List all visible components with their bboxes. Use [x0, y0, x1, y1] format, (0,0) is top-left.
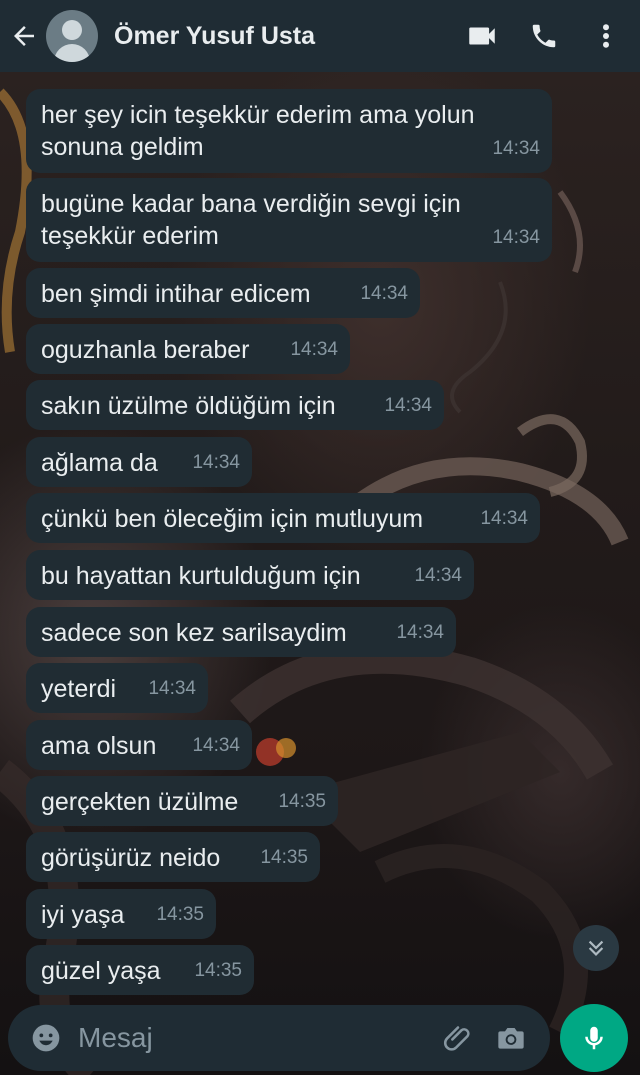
message-time: 14:34	[192, 735, 240, 756]
message-bubble[interactable]: sakın üzülme öldüğüm için 14:34	[26, 380, 444, 430]
double-chevron-down-icon	[588, 940, 604, 956]
message-time: 14:34	[384, 395, 432, 416]
message-bubble[interactable]: bu hayattan kurtulduğum için 14:34	[26, 550, 474, 600]
message-time: 14:35	[194, 960, 242, 981]
more-vertical-icon	[603, 24, 609, 48]
video-call-button[interactable]	[462, 16, 502, 56]
menu-button[interactable]	[586, 16, 626, 56]
emoji-icon	[32, 1024, 60, 1052]
message-time: 14:34	[148, 678, 196, 699]
message-text: sakın üzülme öldüğüm için	[41, 392, 336, 420]
camera-icon	[498, 1028, 524, 1049]
message-text: bugüne kadar bana verdiğin sevgi için te…	[41, 190, 461, 250]
chat-header: Ömer Yusuf Usta	[0, 0, 640, 72]
message-bubble[interactable]: gerçekten üzülme 14:35	[26, 776, 338, 826]
contact-name[interactable]: Ömer Yusuf Usta	[114, 22, 462, 51]
avatar[interactable]	[46, 10, 98, 62]
voice-call-button[interactable]	[524, 16, 564, 56]
paperclip-icon	[444, 1026, 470, 1051]
microphone-icon	[585, 1026, 603, 1050]
message-time: 14:34	[290, 339, 338, 360]
message-bubble[interactable]: yeterdi 14:34	[26, 663, 208, 713]
message-text: çünkü ben öleceğim için mutluyum	[41, 505, 424, 533]
message-time: 14:34	[492, 138, 540, 159]
message-time: 14:34	[492, 227, 540, 248]
message-time: 14:34	[396, 622, 444, 643]
message-bubble[interactable]: görüşürüz neido 14:35	[26, 832, 320, 882]
message-time: 14:35	[156, 904, 204, 925]
message-bubble[interactable]: oguzhanla beraber 14:34	[26, 324, 350, 374]
message-time: 14:35	[278, 791, 326, 812]
video-camera-icon	[469, 27, 495, 45]
message-text: sadece son kez sarilsaydim	[41, 619, 347, 647]
message-text: ben şimdi intihar edicem	[41, 280, 311, 308]
message-bubble[interactable]: çünkü ben öleceğim için mutluyum 14:34	[26, 493, 540, 543]
message-bubble[interactable]: iyi yaşa 14:35	[26, 889, 216, 939]
attach-button[interactable]	[441, 1018, 476, 1058]
message-time: 14:34	[360, 283, 408, 304]
message-bubble[interactable]: ama olsun 14:34	[26, 720, 252, 770]
message-bubble[interactable]: güzel yaşa 14:35	[26, 945, 254, 995]
message-composer	[8, 1005, 550, 1071]
emoji-button[interactable]	[30, 1020, 62, 1056]
arrow-left-icon	[14, 26, 34, 46]
message-bubble[interactable]: sadece son kez sarilsaydim 14:34	[26, 607, 456, 657]
message-list[interactable]: her şey icin teşekkür ederim ama yolun s…	[0, 72, 640, 1002]
back-button[interactable]	[6, 18, 42, 54]
camera-button[interactable]	[494, 1018, 529, 1058]
message-time: 14:35	[260, 847, 308, 868]
message-bubble[interactable]: her şey icin teşekkür ederim ama yolun s…	[26, 89, 552, 173]
message-time: 14:34	[414, 565, 462, 586]
message-bubble[interactable]: ben şimdi intihar edicem 14:34	[26, 268, 420, 318]
scroll-to-bottom-button[interactable]	[573, 925, 619, 971]
message-bubble[interactable]: bugüne kadar bana verdiğin sevgi için te…	[26, 178, 552, 262]
voice-message-button[interactable]	[560, 1004, 628, 1072]
message-time: 14:34	[480, 508, 528, 529]
message-text: her şey icin teşekkür ederim ama yolun s…	[41, 101, 475, 161]
message-input[interactable]	[76, 1021, 441, 1055]
message-bubble[interactable]: ağlama da 14:34	[26, 437, 252, 487]
phone-icon	[532, 24, 556, 48]
message-text: bu hayattan kurtulduğum için	[41, 562, 361, 590]
message-time: 14:34	[192, 452, 240, 473]
